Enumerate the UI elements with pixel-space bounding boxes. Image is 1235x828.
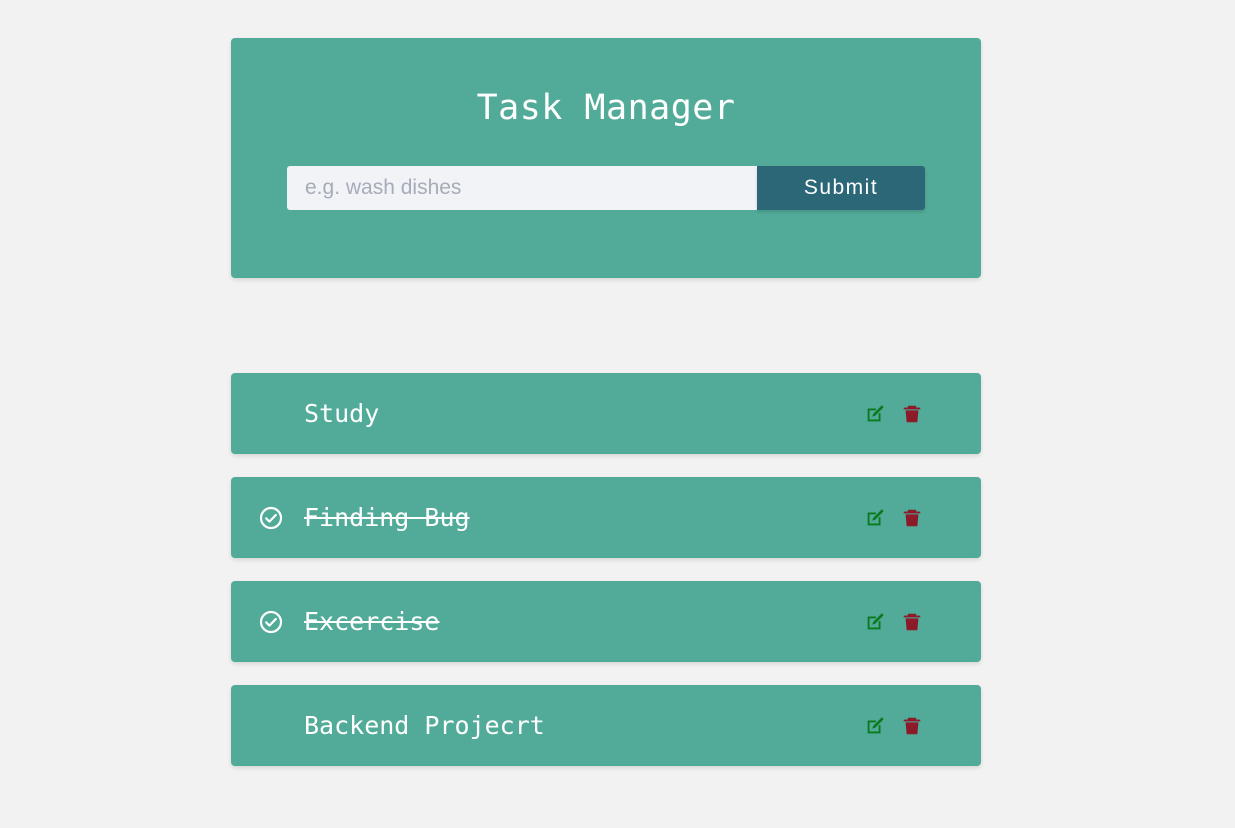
task-list: Study Finding Bug Excercise Backend Proj… [231, 373, 981, 789]
task-label: Backend Projecrt [304, 711, 545, 740]
task-label: Finding Bug [304, 503, 470, 532]
task-item-study: Study [231, 373, 981, 454]
submit-button[interactable]: Submit [757, 166, 925, 210]
edit-icon[interactable] [864, 507, 886, 529]
check-circle-icon[interactable] [259, 506, 283, 530]
task-item-backend-projecrt: Backend Projecrt [231, 685, 981, 766]
page-title: Task Manager [476, 88, 736, 128]
task-input[interactable] [287, 166, 757, 210]
edit-icon[interactable] [864, 403, 886, 425]
task-label: Excercise [304, 607, 440, 636]
edit-icon[interactable] [864, 715, 886, 737]
check-circle-icon[interactable] [259, 610, 283, 634]
trash-icon[interactable] [901, 715, 923, 737]
add-task-form: Submit [287, 166, 925, 210]
task-item-finding-bug: Finding Bug [231, 477, 981, 558]
task-label: Study [304, 399, 380, 428]
edit-icon[interactable] [864, 611, 886, 633]
trash-icon[interactable] [901, 403, 923, 425]
task-item-excercise: Excercise [231, 581, 981, 662]
trash-icon[interactable] [901, 507, 923, 529]
task-form-card: Task Manager Submit [231, 38, 981, 278]
trash-icon[interactable] [901, 611, 923, 633]
